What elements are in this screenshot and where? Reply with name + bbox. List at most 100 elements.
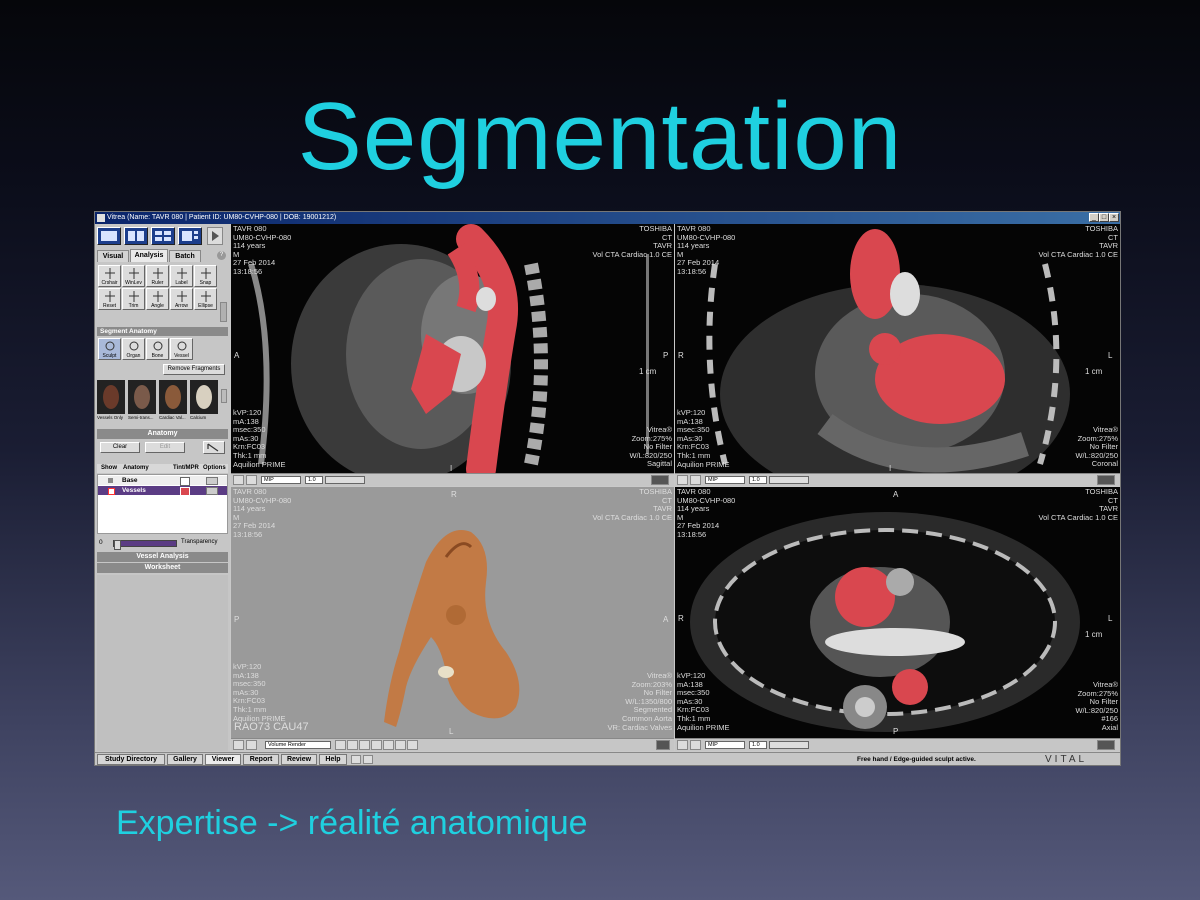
coronal-slab-slider[interactable] [769, 476, 809, 484]
tool-label-button[interactable]: Label [170, 265, 193, 287]
sagittal-acq-info: kVP:120 mA:138 msec:350 mAs:30 Krn:FC03 … [233, 408, 286, 469]
reset-icon [104, 291, 116, 302]
vitrea-window: Vitrea (Name: TAVR 080 | Patient ID: UM8… [94, 211, 1121, 766]
preset-next-arrow[interactable] [221, 389, 227, 403]
axial-slab-slider[interactable] [769, 741, 809, 749]
help-icon[interactable]: ? [217, 251, 226, 260]
sagittal-patient-info: TAVR 080 UM80-CVHP-080 114 years M 27 Fe… [233, 224, 292, 276]
volume-pointer-icon[interactable] [233, 740, 244, 750]
bottom-tab-help[interactable]: Help [319, 754, 347, 765]
tool-ellipse-button[interactable]: Ellipse [194, 288, 217, 310]
edit-button[interactable]: Edit [145, 442, 185, 453]
preset-thumbnail[interactable] [97, 380, 125, 414]
tool-scrollbar[interactable] [220, 302, 227, 322]
tool-arrow-button[interactable]: Arrow [170, 288, 193, 310]
layout-1-3-button[interactable] [178, 227, 202, 245]
viewport-axial[interactable]: TAVR 080 UM80-CVHP-080 114 years M 27 Fe… [675, 487, 1120, 751]
axial-slab-input[interactable]: 1.0 [749, 741, 767, 749]
view-orientation-button[interactable] [371, 740, 382, 750]
tool-crshair-button[interactable]: Crshair [98, 265, 121, 287]
coronal-pointer-icon[interactable] [677, 475, 688, 485]
sagittal-layout-icon[interactable] [651, 475, 669, 485]
axial-acq-info: kVP:120 mA:138 msec:350 mAs:30 Krn:FC03 … [677, 671, 730, 732]
transparency-slider[interactable] [113, 540, 177, 550]
layout-1x2-button[interactable] [124, 227, 148, 245]
volume-camera-icon[interactable] [246, 740, 257, 750]
viewport-coronal[interactable]: TAVR 080 UM80-CVHP-080 114 years M 27 Fe… [675, 224, 1120, 486]
bottom-tab-viewer[interactable]: Viewer [205, 754, 241, 765]
view-orientation-button[interactable] [359, 740, 370, 750]
axial-mode-select[interactable]: MIP [705, 741, 745, 749]
remove-fragments-button[interactable]: Remove Fragments [163, 364, 225, 375]
coronal-camera-icon[interactable] [690, 475, 701, 485]
sagittal-mode-select[interactable]: MIP [261, 476, 301, 484]
volume-mode-select[interactable]: Volume Render [265, 741, 331, 749]
layout-2x2-button[interactable] [151, 227, 175, 245]
tool-snap-button[interactable]: Snap [194, 265, 217, 287]
coronal-mode-select[interactable]: MIP [705, 476, 745, 484]
viewport-sagittal[interactable]: TAVR 080 UM80-CVHP-080 114 years M 27 Fe… [231, 224, 674, 486]
tab-visual[interactable]: Visual [97, 250, 129, 262]
axial-top-orientation: A [893, 490, 899, 499]
sagittal-pointer-icon[interactable] [233, 475, 244, 485]
view-orientation-button[interactable] [335, 740, 346, 750]
anatomy-row-base[interactable]: Base [98, 476, 227, 486]
bottom-tab-report[interactable]: Report [243, 754, 279, 765]
worksheet-header[interactable]: Worksheet [97, 563, 228, 573]
sagittal-slab-input[interactable]: 1.0 [305, 476, 323, 484]
preset-thumbnail[interactable] [128, 380, 156, 414]
sagittal-camera-icon[interactable] [246, 475, 257, 485]
axial-camera-icon[interactable] [690, 740, 701, 750]
coronal-acq-info: kVP:120 mA:138 msec:350 mAs:30 Krn:FC03 … [677, 408, 730, 469]
tab-batch[interactable]: Batch [169, 250, 201, 262]
sagittal-slab-slider[interactable] [325, 476, 365, 484]
axial-pointer-icon[interactable] [677, 740, 688, 750]
sculpt-cursor-button[interactable] [203, 441, 225, 454]
bottom-tab-review[interactable]: Review [281, 754, 317, 765]
coronal-scanner-info: TOSHIBA CT TAVR Vol CTA Cardiac 1.0 CE [1038, 224, 1118, 259]
maximize-button[interactable]: □ [1099, 213, 1109, 222]
view-orientation-button[interactable] [383, 740, 394, 750]
minimize-button[interactable]: _ [1089, 213, 1099, 222]
close-button[interactable]: × [1109, 213, 1119, 222]
clear-button[interactable]: Clear [100, 442, 140, 453]
bottom-tab-study-directory[interactable]: Study Directory [97, 754, 165, 765]
view-orientation-button[interactable] [407, 740, 418, 750]
camera-icon [200, 268, 212, 279]
print-icon[interactable] [351, 755, 361, 764]
segment-sculpt-button[interactable]: Sculpt [98, 338, 121, 360]
view-orientation-button[interactable] [347, 740, 358, 750]
segment-organ-button[interactable]: Organ [122, 338, 145, 360]
arrow-icon [176, 291, 188, 302]
volume-layout-icon[interactable] [656, 740, 670, 750]
tool-label: Ellipse [198, 303, 213, 309]
save-icon[interactable] [363, 755, 373, 764]
tab-analysis[interactable]: Analysis [130, 249, 168, 262]
app-icon [97, 214, 105, 222]
preset-thumbnail[interactable] [159, 380, 187, 414]
view-orientation-button[interactable] [395, 740, 406, 750]
col-show: Show [101, 465, 117, 471]
layout-1x1-button[interactable] [97, 227, 121, 245]
tool-reset-button[interactable]: Reset [98, 288, 121, 310]
axial-layout-icon[interactable] [1097, 740, 1115, 750]
preset-thumbnail[interactable] [190, 380, 218, 414]
segment-vessel-button[interactable]: Vessel [170, 338, 193, 360]
coronal-layout-icon[interactable] [1097, 475, 1115, 485]
tool-angle-button[interactable]: Angle [146, 288, 169, 310]
vessel-icon [176, 341, 188, 352]
axial-toolbar: MIP 1.0 [675, 738, 1120, 751]
tool-winlev-button[interactable]: WinLev [122, 265, 145, 287]
coronal-slab-input[interactable]: 1.0 [749, 476, 767, 484]
window-titlebar[interactable]: Vitrea (Name: TAVR 080 | Patient ID: UM8… [95, 212, 1120, 224]
vessel-analysis-header[interactable]: Vessel Analysis [97, 552, 228, 562]
segment-bone-button[interactable]: Bone [146, 338, 169, 360]
play-button[interactable] [207, 227, 223, 245]
tool-ruler-button[interactable]: Ruler [146, 265, 169, 287]
anatomy-row-vessels[interactable]: Vessels [98, 486, 227, 496]
tool-trim-button[interactable]: Trim [122, 288, 145, 310]
sagittal-image [231, 224, 674, 474]
bottom-tab-gallery[interactable]: Gallery [167, 754, 203, 765]
segment-tool-label: Sculpt [102, 353, 117, 359]
viewport-volume-render[interactable]: TAVR 080 UM80-CVHP-080 114 years M 27 Fe… [231, 487, 674, 751]
